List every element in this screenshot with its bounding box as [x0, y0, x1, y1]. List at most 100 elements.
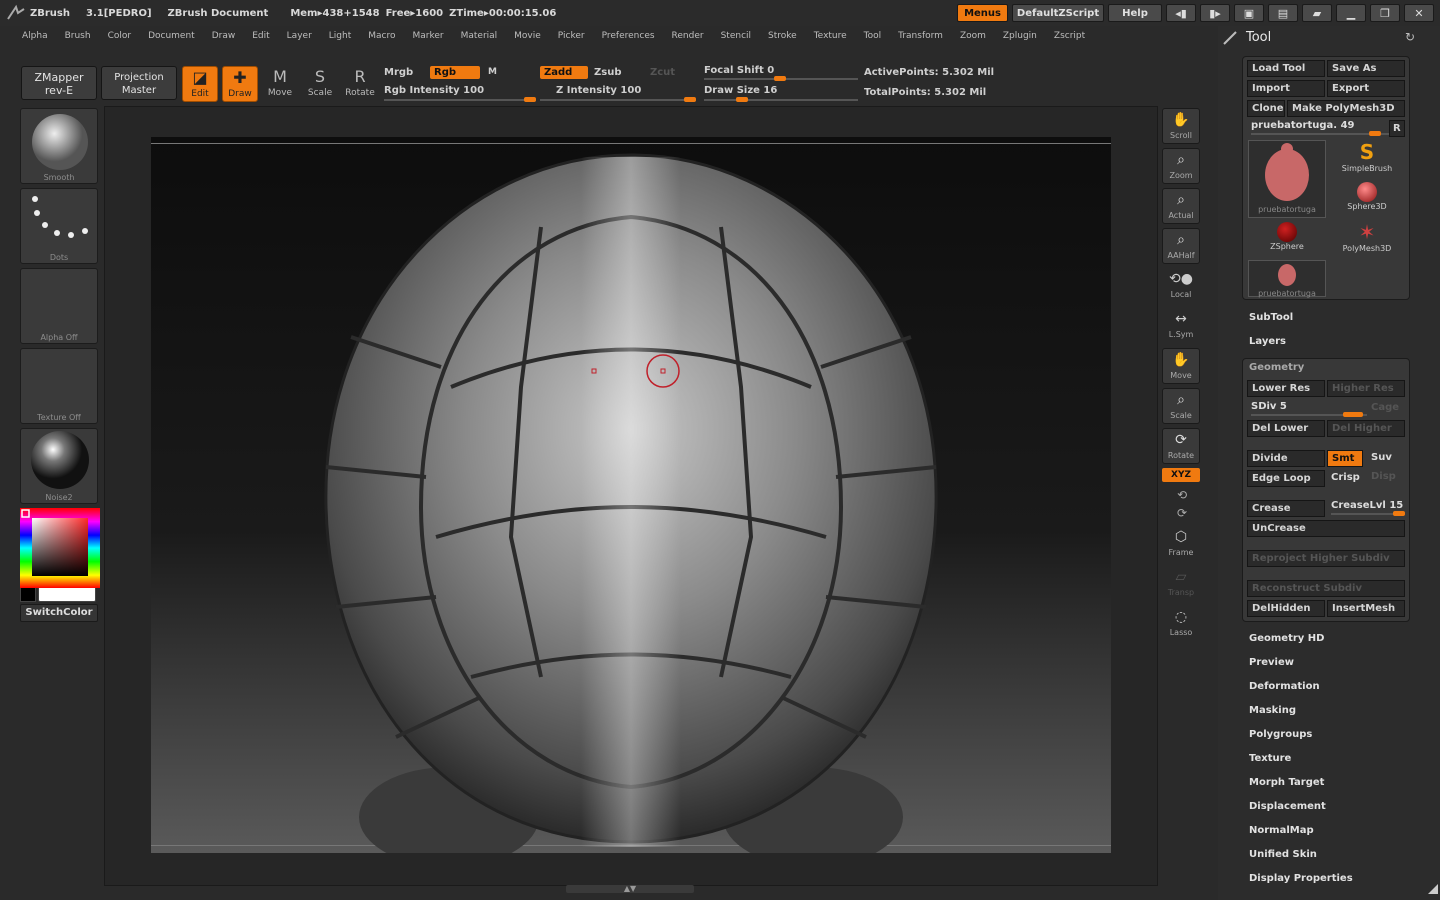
- menu-item-picker[interactable]: Picker: [558, 31, 585, 41]
- stroke-selector[interactable]: Dots: [20, 188, 98, 264]
- scale-mode-button[interactable]: S Scale: [302, 66, 338, 102]
- reconstruct-subdiv-button[interactable]: Reconstruct Subdiv: [1247, 580, 1405, 597]
- edit-mode-button[interactable]: ◪ Edit: [182, 66, 218, 102]
- menu-item-draw[interactable]: Draw: [212, 31, 236, 41]
- delhidden-button[interactable]: DelHidden: [1247, 600, 1325, 617]
- del-lower-button[interactable]: Del Lower: [1247, 420, 1325, 437]
- menu-item-zplugin[interactable]: Zplugin: [1003, 31, 1037, 41]
- z-intensity-slider[interactable]: [540, 97, 696, 102]
- actual-button[interactable]: ⌕ Actual: [1162, 188, 1200, 224]
- rotation-axis-icon[interactable]: ⟲: [1162, 486, 1202, 504]
- edge-loop-button[interactable]: Edge Loop: [1247, 470, 1325, 487]
- m-toggle[interactable]: M: [488, 67, 497, 77]
- scale-view-button[interactable]: ⌕ Scale: [1162, 388, 1200, 424]
- canvas-area[interactable]: [151, 137, 1111, 853]
- reproject-higher-subdiv-button[interactable]: Reproject Higher Subdiv: [1247, 550, 1405, 567]
- r-button[interactable]: R: [1389, 120, 1405, 137]
- menu-item-preferences[interactable]: Preferences: [602, 31, 655, 41]
- crisp-toggle[interactable]: Crisp: [1331, 472, 1360, 483]
- cage-button[interactable]: Cage: [1371, 402, 1399, 413]
- minimize-icon[interactable]: ▁: [1336, 4, 1366, 22]
- crease-button[interactable]: Crease: [1247, 500, 1325, 517]
- crease-level-slider[interactable]: [1331, 511, 1405, 516]
- section-displacement[interactable]: Displacement: [1249, 801, 1326, 812]
- xyz-toggle[interactable]: XYZ: [1162, 468, 1200, 482]
- section-masking[interactable]: Masking: [1249, 705, 1296, 716]
- draw-size-slider[interactable]: [704, 97, 858, 102]
- move-view-button[interactable]: ✋ Move: [1162, 348, 1200, 384]
- section-geometry-hd[interactable]: Geometry HD: [1249, 633, 1324, 644]
- bottom-tray-handle[interactable]: ▲▼: [566, 885, 694, 893]
- tool-slider-knob[interactable]: [1369, 131, 1381, 136]
- rotate-mode-button[interactable]: R Rotate: [342, 66, 378, 102]
- resize-corner-icon[interactable]: [1428, 884, 1438, 894]
- higher-res-button[interactable]: Higher Res: [1327, 380, 1405, 397]
- zcut-toggle[interactable]: Zcut: [650, 67, 675, 78]
- z-intensity-knob[interactable]: [684, 97, 696, 102]
- section-unified-skin[interactable]: Unified Skin: [1249, 849, 1317, 860]
- load-tool-button[interactable]: Load Tool: [1247, 60, 1325, 77]
- menu-item-alpha[interactable]: Alpha: [22, 31, 48, 41]
- rgb-intensity-knob[interactable]: [524, 97, 536, 102]
- section-deformation[interactable]: Deformation: [1249, 681, 1320, 692]
- del-higher-button[interactable]: Del Higher: [1327, 420, 1405, 437]
- move-mode-button[interactable]: M Move: [262, 66, 298, 102]
- palette-right-icon[interactable]: ▮▸: [1200, 4, 1230, 22]
- menu-item-marker[interactable]: Marker: [412, 31, 443, 41]
- menu-item-render[interactable]: Render: [672, 31, 704, 41]
- insertmesh-button[interactable]: InsertMesh: [1327, 600, 1405, 617]
- menu-item-texture[interactable]: Texture: [814, 31, 847, 41]
- lock-icon[interactable]: ▰: [1302, 4, 1332, 22]
- default-zscript-button[interactable]: DefaultZScript: [1012, 4, 1104, 22]
- projection-master-button[interactable]: Projection Master: [101, 66, 177, 100]
- scroll-button[interactable]: ✋ Scroll: [1162, 108, 1200, 144]
- aahalf-button[interactable]: ⌕ AAHalf: [1162, 228, 1200, 264]
- zsub-toggle[interactable]: Zsub: [594, 67, 621, 78]
- menu-item-zoom[interactable]: Zoom: [960, 31, 986, 41]
- rgb-toggle[interactable]: Rgb: [430, 66, 480, 79]
- menu-item-document[interactable]: Document: [148, 31, 195, 41]
- rgb-intensity-slider[interactable]: [384, 97, 536, 102]
- draw-mode-button[interactable]: ✚ Draw: [222, 66, 258, 102]
- disp-slider[interactable]: Disp: [1371, 471, 1396, 482]
- tool-thumb-polymesh3d[interactable]: ✶ PolyMesh3D: [1329, 220, 1405, 258]
- section-morph-target[interactable]: Morph Target: [1249, 777, 1324, 788]
- tool-thumb-zsphere[interactable]: ZSphere: [1248, 220, 1326, 258]
- layers-section[interactable]: Layers: [1249, 336, 1286, 347]
- tool-thumb-sphere3d[interactable]: Sphere3D: [1329, 180, 1405, 218]
- menu-item-brush[interactable]: Brush: [65, 31, 91, 41]
- subtool-section[interactable]: SubTool: [1249, 312, 1293, 323]
- tool-thumb-turtle-small[interactable]: pruebatortuga: [1248, 260, 1326, 298]
- mrgb-toggle[interactable]: Mrgb: [384, 67, 413, 78]
- lsym-button[interactable]: ↔ L.Sym: [1162, 308, 1200, 344]
- tool-thumb-simplebrush[interactable]: S SimpleBrush: [1329, 140, 1405, 178]
- local-button[interactable]: ⟲● Local: [1162, 268, 1200, 304]
- clone-button[interactable]: Clone: [1247, 100, 1285, 117]
- tool-slider[interactable]: [1251, 131, 1389, 136]
- save-as-button[interactable]: Save As: [1327, 60, 1405, 77]
- palette-left-icon[interactable]: ◂▮: [1166, 4, 1196, 22]
- section-normalmap[interactable]: NormalMap: [1249, 825, 1314, 836]
- alpha-selector[interactable]: Alpha Off: [20, 268, 98, 344]
- menu-item-zscript[interactable]: Zscript: [1054, 31, 1085, 41]
- draw-size-knob[interactable]: [736, 97, 748, 102]
- export-button[interactable]: Export: [1327, 80, 1405, 97]
- menu-item-color[interactable]: Color: [108, 31, 132, 41]
- layout-a-icon[interactable]: ▣: [1234, 4, 1264, 22]
- menu-item-material[interactable]: Material: [461, 31, 498, 41]
- sdiv-slider[interactable]: [1251, 412, 1367, 417]
- smt-toggle[interactable]: Smt: [1327, 450, 1363, 467]
- menu-item-macro[interactable]: Macro: [368, 31, 395, 41]
- menus-button[interactable]: Menus: [957, 4, 1008, 22]
- lower-res-button[interactable]: Lower Res: [1247, 380, 1325, 397]
- menu-item-layer[interactable]: Layer: [287, 31, 312, 41]
- focal-shift-knob[interactable]: [774, 76, 786, 81]
- zmapper-button[interactable]: ZMapper rev-E: [21, 66, 97, 100]
- maximize-icon[interactable]: ❐: [1370, 4, 1400, 22]
- divide-button[interactable]: Divide: [1247, 450, 1325, 467]
- import-button[interactable]: Import: [1247, 80, 1325, 97]
- lasso-button[interactable]: ◌ Lasso: [1162, 606, 1200, 642]
- close-icon[interactable]: ✕: [1404, 4, 1434, 22]
- texture-selector[interactable]: Texture Off: [20, 348, 98, 424]
- section-display-properties[interactable]: Display Properties: [1249, 873, 1353, 884]
